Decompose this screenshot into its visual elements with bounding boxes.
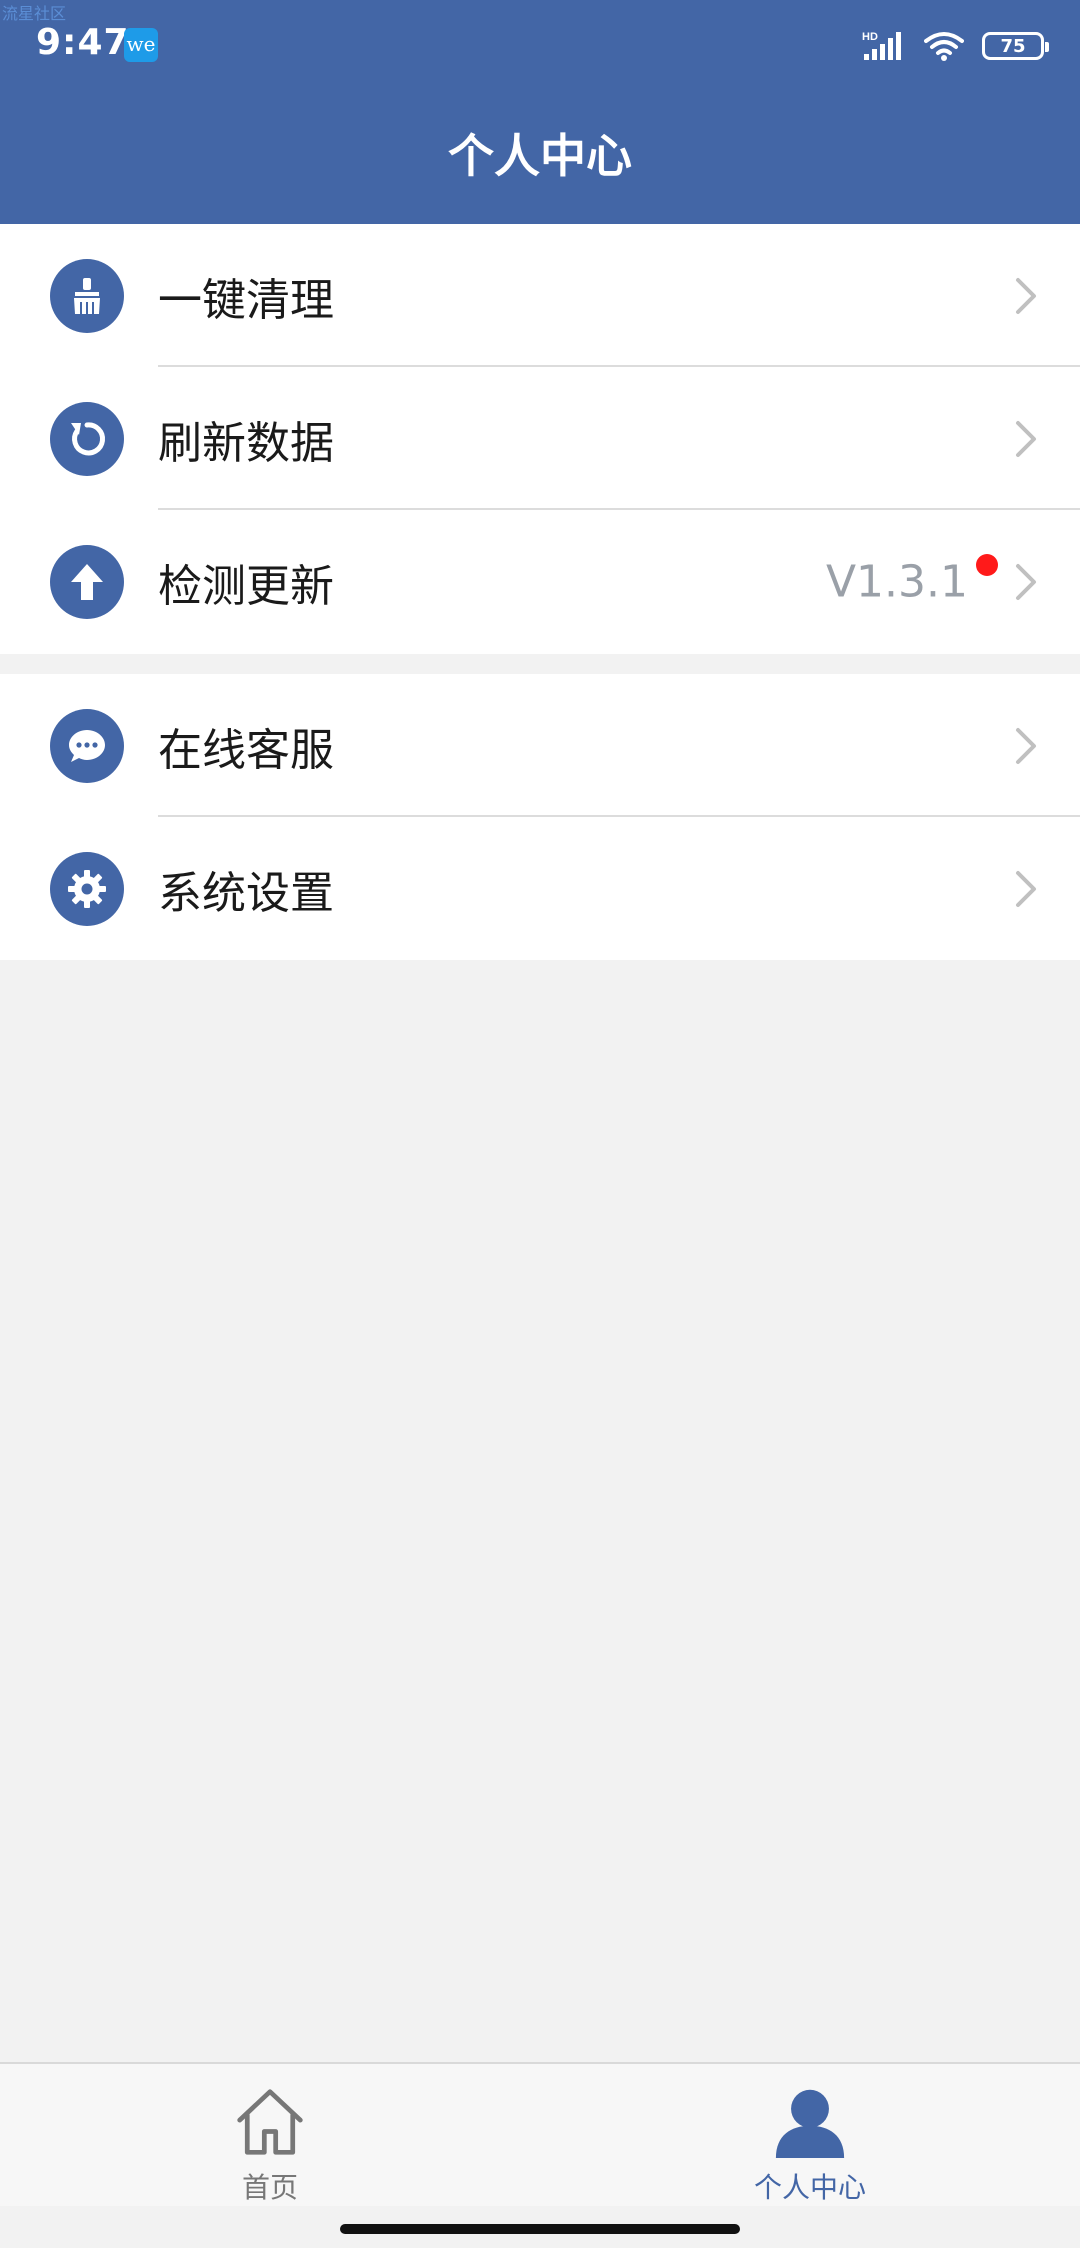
- chevron-right-icon: [1016, 563, 1036, 600]
- menu-group-1: 一键清理 刷新数据 检测更新 V1.3.1: [0, 224, 1080, 654]
- chevron-right-icon: [1016, 420, 1036, 457]
- tab-personal-center[interactable]: 个人中心: [540, 2064, 1080, 2206]
- battery-indicator: 75: [982, 32, 1049, 60]
- person-icon: [775, 2089, 845, 2158]
- chevron-right-icon: [1016, 727, 1036, 764]
- gear-icon: [50, 851, 124, 926]
- tab-label: 首页: [241, 2171, 298, 2204]
- wifi-icon: [924, 32, 964, 61]
- home-icon: [237, 2089, 303, 2155]
- tab-home[interactable]: 首页: [0, 2064, 540, 2206]
- page-title: 个人中心: [448, 129, 632, 183]
- tab-label: 个人中心: [753, 2171, 866, 2204]
- menu-item-label: 检测更新: [158, 560, 334, 612]
- menu-item-label: 刷新数据: [158, 417, 334, 469]
- watermark-text: 流星社区: [2, 4, 67, 23]
- home-indicator[interactable]: [340, 2224, 740, 2234]
- bottom-tab-bar: 首页 个人中心: [0, 2062, 1080, 2206]
- update-badge-dot: [976, 554, 998, 576]
- version-value: V1.3.1: [825, 556, 968, 607]
- menu-item-system-settings[interactable]: 系统设置: [0, 817, 1080, 960]
- broom-icon: [50, 258, 124, 333]
- refresh-icon: [50, 401, 124, 476]
- menu-item-label: 系统设置: [158, 867, 334, 919]
- status-icons: HD 75: [862, 26, 1049, 66]
- menu-item-online-service[interactable]: 在线客服: [0, 674, 1080, 817]
- network-label: HD: [862, 31, 878, 43]
- menu-item-check-update[interactable]: 检测更新 V1.3.1: [0, 510, 1080, 653]
- status-time: 9:47: [36, 22, 130, 63]
- menu-item-label: 在线客服: [158, 724, 334, 776]
- menu-group-2: 在线客服 系统设置: [0, 674, 1080, 960]
- chevron-right-icon: [1016, 277, 1036, 314]
- upload-arrow-icon: [50, 544, 124, 619]
- chevron-right-icon: [1016, 870, 1036, 907]
- signal-icon: HD: [862, 31, 901, 60]
- app-notification-badge: we: [124, 28, 158, 62]
- chat-bubble-icon: [50, 708, 124, 783]
- menu-item-refresh[interactable]: 刷新数据: [0, 367, 1080, 510]
- menu-item-label: 一键清理: [158, 274, 334, 326]
- menu-item-clean[interactable]: 一键清理: [0, 224, 1080, 367]
- app-header: 9:47 we HD 75 个人中心: [0, 0, 1080, 224]
